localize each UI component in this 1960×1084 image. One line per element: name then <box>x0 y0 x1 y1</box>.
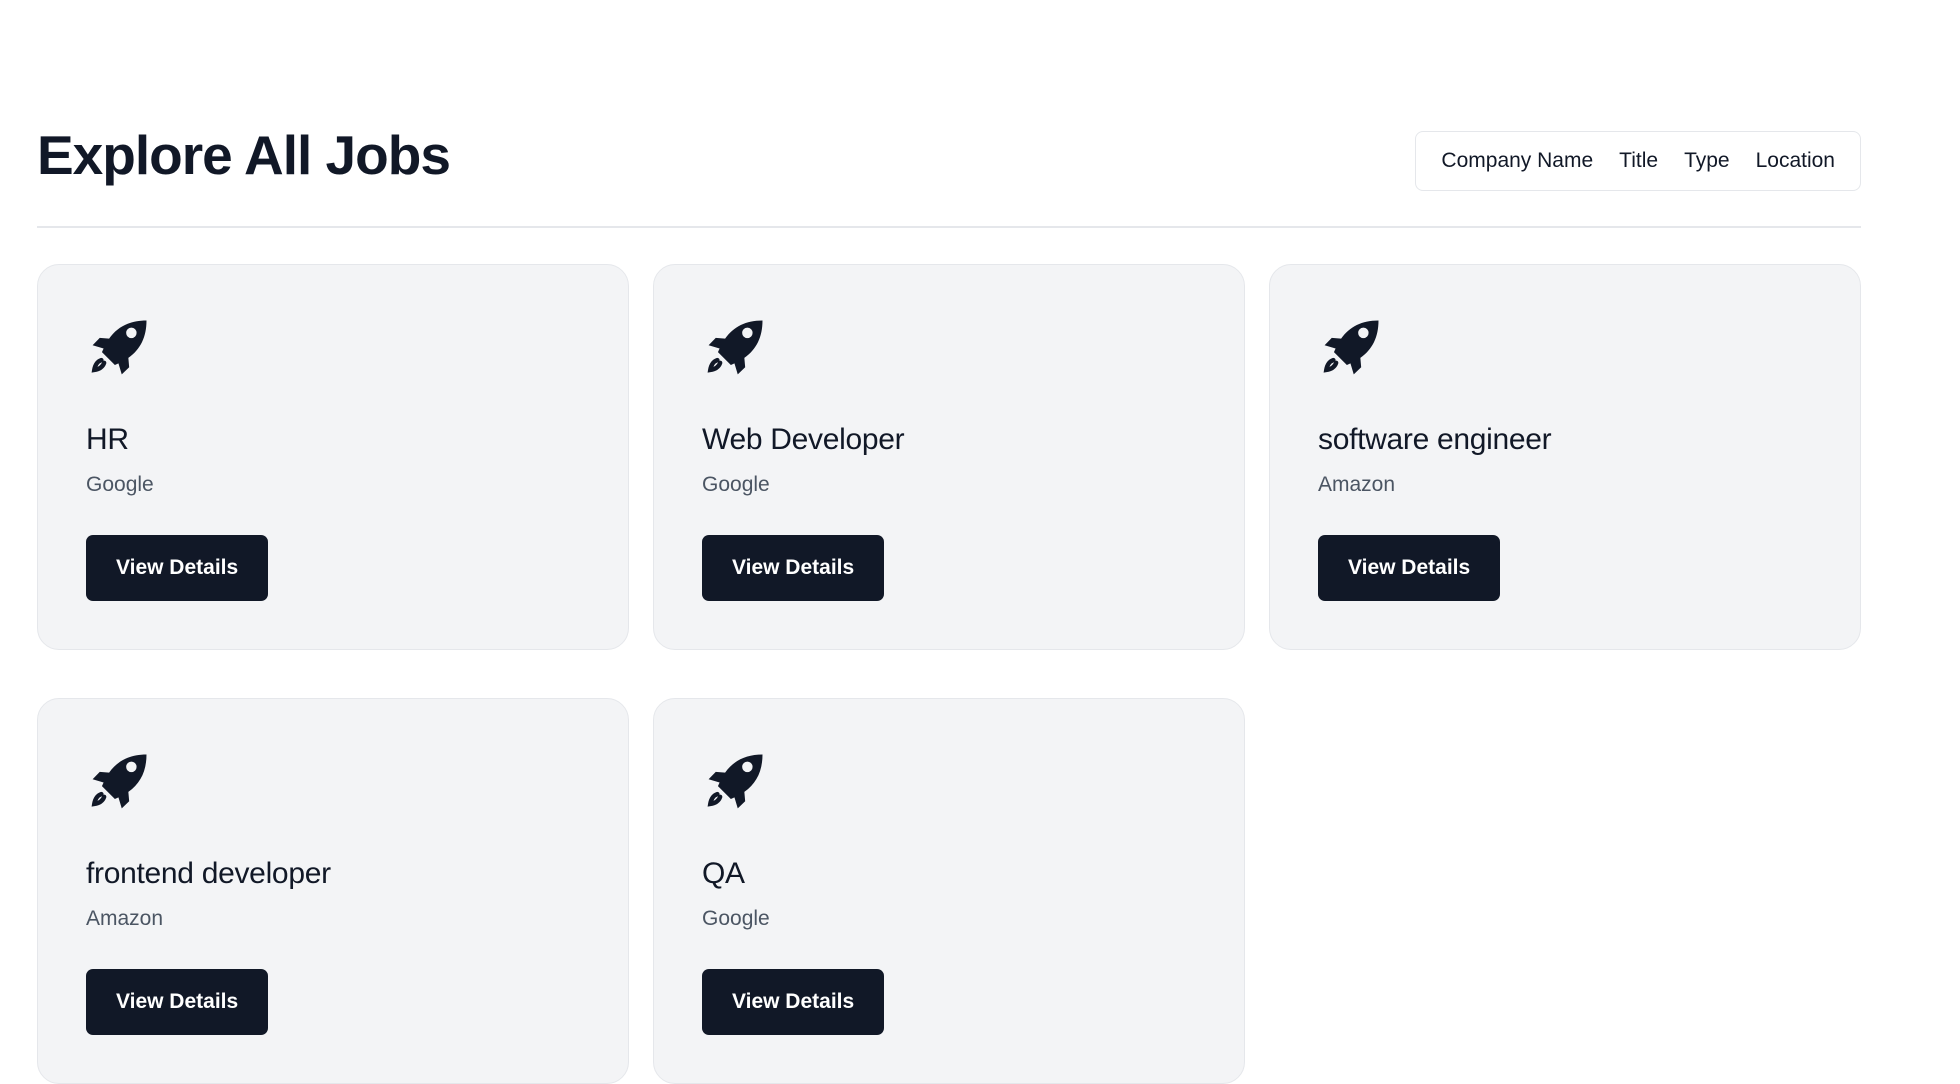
view-details-button[interactable]: View Details <box>1318 535 1501 601</box>
rocket-icon <box>702 749 768 815</box>
job-company: Google <box>702 907 770 930</box>
view-details-button[interactable]: View Details <box>86 535 269 601</box>
job-card: frontend developer Amazon View Details <box>37 698 629 1084</box>
job-title: QA <box>702 857 745 890</box>
job-title: frontend developer <box>86 857 331 890</box>
rocket-icon <box>86 749 152 815</box>
page: Explore All Jobs Company Name Title Type… <box>37 0 1861 1084</box>
rocket-icon <box>86 315 152 381</box>
job-card: HR Google View Details <box>37 264 629 650</box>
view-details-button[interactable]: View Details <box>702 535 885 601</box>
job-company: Amazon <box>86 907 164 930</box>
job-title: software engineer <box>1318 423 1552 456</box>
job-title: HR <box>86 423 129 456</box>
job-card: software engineer Amazon View Details <box>1269 264 1861 650</box>
page-title: Explore All Jobs <box>37 124 451 186</box>
job-card: QA Google View Details <box>653 698 1245 1084</box>
job-card: Web Developer Google View Details <box>653 264 1245 650</box>
rocket-icon <box>702 315 768 381</box>
job-company: Amazon <box>1318 473 1396 496</box>
jobs-grid: HR Google View Details Web Developer Goo… <box>37 264 1861 1084</box>
rocket-icon <box>1318 315 1384 381</box>
filter-title[interactable]: Title <box>1606 131 1671 191</box>
job-company: Google <box>86 473 154 496</box>
page-header: Explore All Jobs Company Name Title Type… <box>37 110 1861 228</box>
filter-company-name[interactable]: Company Name <box>1428 131 1606 191</box>
job-company: Google <box>702 473 770 496</box>
filter-location[interactable]: Location <box>1743 131 1848 191</box>
view-details-button[interactable]: View Details <box>86 969 269 1035</box>
filter-bar: Company Name Title Type Location <box>1415 131 1861 191</box>
filter-type[interactable]: Type <box>1671 131 1743 191</box>
view-details-button[interactable]: View Details <box>702 969 885 1035</box>
job-title: Web Developer <box>702 423 905 456</box>
